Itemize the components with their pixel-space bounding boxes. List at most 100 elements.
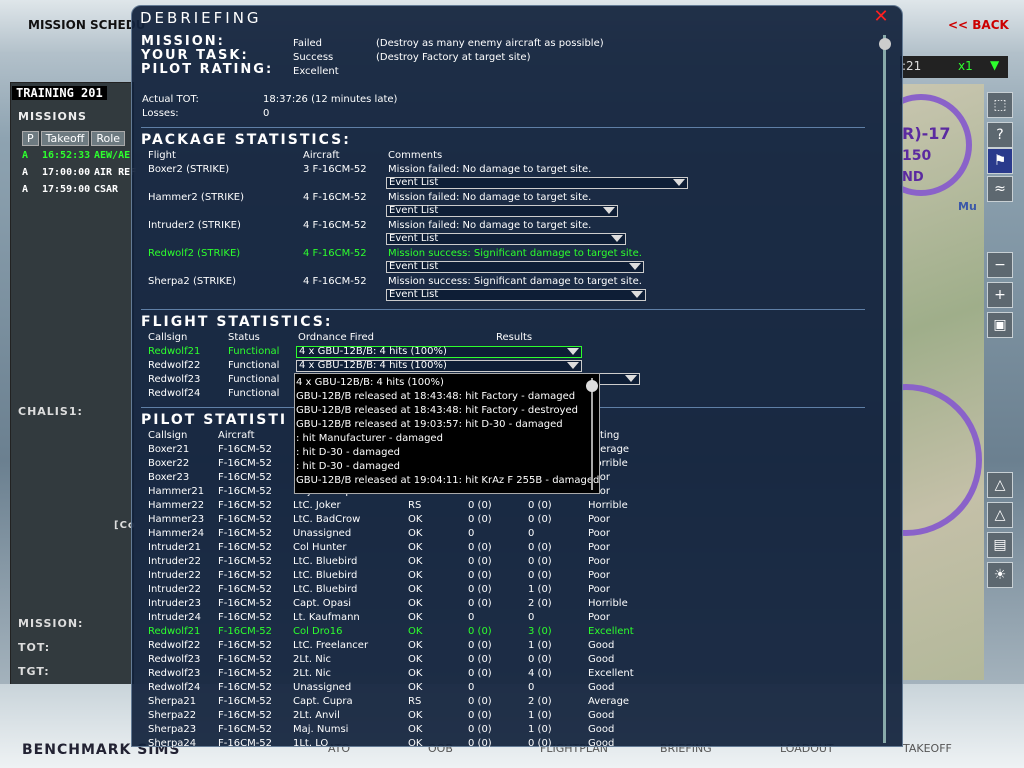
pilot-aa: 0: [468, 528, 475, 539]
help-icon[interactable]: ?: [987, 122, 1013, 148]
ordnance-dropdown[interactable]: 4 x GBU-12B/B: 4 hits (100%): [296, 360, 582, 372]
pilot-header-aircraft: Aircraft: [218, 430, 255, 441]
rating-value: Excellent: [293, 66, 339, 77]
scrollbar-thumb[interactable]: [879, 38, 891, 50]
pilot-pilot: LtC. Bluebird: [293, 584, 358, 595]
event-list-dropdown[interactable]: Event List: [386, 289, 646, 301]
ordnance-event-line[interactable]: 4 x GBU-12B/B: 4 hits (100%): [296, 377, 444, 388]
mission-label: MISSION:: [18, 617, 84, 630]
pilot-aircraft: F-16CM-52: [218, 640, 273, 651]
pilot-pilot: LtC. Freelancer: [293, 640, 369, 651]
close-icon[interactable]: ✕: [872, 8, 890, 26]
units-icon[interactable]: ▤: [987, 532, 1013, 558]
dropdown-arrow-icon: [567, 348, 579, 355]
threat-ring-icon[interactable]: △: [987, 502, 1013, 528]
speed-dropdown-icon[interactable]: ▼: [990, 58, 999, 72]
pilot-status: OK: [408, 626, 423, 637]
event-list-dropdown[interactable]: Event List: [386, 205, 618, 217]
pilot-rating: Good: [588, 654, 615, 665]
ordnance-event-line[interactable]: : hit Manufacturer - damaged: [296, 433, 443, 444]
pilot-rating: Horrible: [588, 598, 628, 609]
zoom-out-icon[interactable]: −: [987, 252, 1013, 278]
pilot-status: RS: [408, 500, 422, 511]
pilot-callsign: Hammer24: [148, 528, 205, 539]
package-header-aircraft: Aircraft: [303, 150, 340, 161]
pilot-pilot: Maj. Numsi: [293, 724, 349, 735]
pilot-rating: Poor: [588, 612, 611, 623]
column-role[interactable]: Role: [91, 131, 126, 146]
column-p[interactable]: P: [22, 131, 39, 146]
column-takeoff[interactable]: Takeoff: [40, 131, 90, 146]
package-stats-title: PACKAGE STATISTICS:: [141, 132, 351, 148]
flight-header-status: Status: [228, 332, 260, 343]
select-tool-icon[interactable]: ⬚: [987, 92, 1013, 118]
threat-ring-icon[interactable]: △: [987, 472, 1013, 498]
mission-status: Failed: [293, 38, 323, 49]
mission-row-takeoff[interactable]: 16:52:33: [42, 150, 90, 161]
ordnance-dropdown[interactable]: 4 x GBU-12B/B: 4 hits (100%): [296, 346, 582, 358]
mission-row-takeoff[interactable]: 17:59:00: [42, 184, 90, 195]
pilot-pilot: Lt. Kaufmann: [293, 612, 360, 623]
pilot-ag: 1 (0): [528, 710, 552, 721]
pilot-callsign: Redwolf24: [148, 682, 201, 693]
zoom-in-icon[interactable]: +: [987, 282, 1013, 308]
mission-row-takeoff[interactable]: 17:00:00: [42, 167, 90, 178]
pilot-callsign: Boxer22: [148, 458, 190, 469]
pilot-header-rating: ting: [600, 430, 620, 441]
flag-icon[interactable]: ⚑: [987, 148, 1013, 174]
mission-row-p[interactable]: A: [22, 184, 28, 195]
training-header: TRAINING 201: [12, 86, 107, 100]
pilot-ag: 4 (0): [528, 668, 552, 679]
rating-label: PILOT RATING:: [141, 62, 274, 77]
results-dropdown[interactable]: [596, 373, 640, 385]
dialog-scrollbar[interactable]: [883, 35, 886, 743]
mission-row-role[interactable]: AIR REF: [94, 167, 136, 178]
tgt-label: TGT:: [18, 665, 50, 678]
weather-icon[interactable]: ☀: [987, 562, 1013, 588]
nav-tab-takeoff[interactable]: TAKEOFF: [903, 742, 952, 755]
flight-callsign: Redwolf22: [148, 360, 201, 371]
popup-scrollbar-thumb[interactable]: [586, 380, 598, 392]
package-aircraft: 3 F-16CM-52: [303, 164, 367, 175]
package-comment: Mission success: Significant damage to t…: [388, 276, 642, 287]
pilot-status: OK: [408, 682, 423, 693]
pilot-status: OK: [408, 640, 423, 651]
event-list-dropdown[interactable]: Event List: [386, 177, 688, 189]
pilot-ag: 0: [528, 682, 535, 693]
pilot-aa: 0 (0): [468, 556, 492, 567]
map-label: R)-17: [902, 124, 951, 143]
mission-row-role[interactable]: AEW/AE: [94, 150, 130, 161]
popup-scrollbar[interactable]: [591, 378, 593, 490]
pilot-aa: 0: [468, 612, 475, 623]
map-speed[interactable]: x1: [958, 59, 973, 73]
back-button[interactable]: << BACK: [948, 18, 1009, 32]
dropdown-arrow-icon: [631, 291, 643, 298]
pilot-rating: Poor: [588, 556, 611, 567]
pilot-aircraft: F-16CM-52: [218, 654, 273, 665]
event-list-dropdown[interactable]: Event List: [386, 233, 626, 245]
event-list-dropdown[interactable]: Event List: [386, 261, 644, 273]
task-description: (Destroy Factory at target site): [376, 52, 531, 63]
pilot-aa: 0 (0): [468, 542, 492, 553]
pilot-aa: 0: [468, 682, 475, 693]
losses-label: Losses:: [142, 108, 179, 119]
ordnance-event-line[interactable]: GBU-12B/B released at 19:04:11: hit KrAz…: [296, 475, 599, 486]
flight-status: Functional: [228, 374, 280, 385]
ordnance-event-line[interactable]: : hit D-30 - damaged: [296, 447, 400, 458]
map-view[interactable]: R)-17 150 ND Mu: [900, 84, 984, 680]
mission-row-p[interactable]: A: [22, 167, 28, 178]
ordnance-event-line[interactable]: : hit D-30 - damaged: [296, 461, 400, 472]
fit-view-icon[interactable]: ▣: [987, 312, 1013, 338]
pilot-ag: 1 (0): [528, 640, 552, 651]
ordnance-event-line[interactable]: GBU-12B/B released at 19:03:57: hit D-30…: [296, 419, 563, 430]
mission-row-role[interactable]: CSAR: [94, 184, 118, 195]
pilot-status: OK: [408, 570, 423, 581]
ordnance-event-line[interactable]: GBU-12B/B released at 18:43:48: hit Fact…: [296, 391, 575, 402]
pilot-status: OK: [408, 710, 423, 721]
ordnance-event-line[interactable]: GBU-12B/B released at 18:43:48: hit Fact…: [296, 405, 578, 416]
pilot-aa: 0 (0): [468, 696, 492, 707]
pilot-aircraft: F-16CM-52: [218, 598, 273, 609]
terrain-icon[interactable]: ≈: [987, 176, 1013, 202]
mission-row-p[interactable]: A: [22, 150, 28, 161]
pilot-callsign: Redwolf23: [148, 654, 201, 665]
